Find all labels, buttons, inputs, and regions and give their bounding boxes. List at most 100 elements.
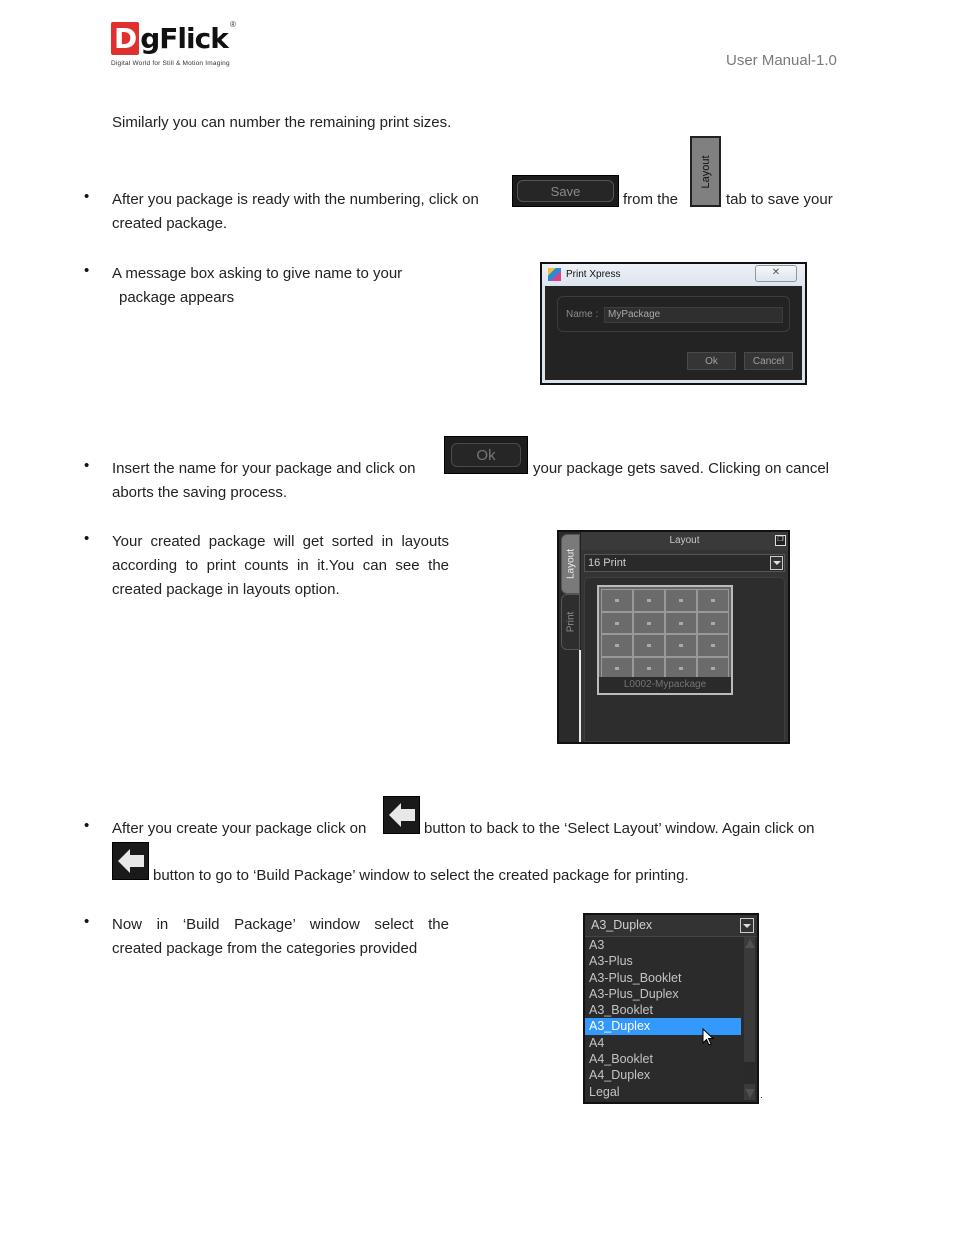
bullet-icon: • [84,530,90,547]
layout-grid-cell [601,656,633,679]
bullet-icon: • [84,913,90,930]
bullet1-line2: created package. [112,215,228,232]
dgflick-logo: DgFlick [111,22,229,55]
bullet-icon: • [84,817,90,834]
back-button-image [112,842,149,880]
layout-grid-cell [665,611,697,634]
layout-grid-cell [665,589,697,612]
dropdown-selected[interactable]: A3_Duplex [585,915,757,937]
tab-layout[interactable]: Layout [561,534,580,594]
layout-grid-cell [665,634,697,657]
layout-grid-cell [601,634,633,657]
bullet5-part2: button to back to the ‘Select Layout’ wi… [424,820,815,837]
bullet-icon: • [84,262,90,279]
close-icon[interactable]: ✕ [755,265,797,282]
layout-grid-cell [697,656,729,679]
layout-grid-cell [697,589,729,612]
bullet4-line2: according to print counts in it.You can … [112,557,449,574]
bullet1-part3: tab to save your [726,191,833,208]
bullet5-line2: button to go to ‘Build Package’ window t… [153,867,689,884]
bullet4-line3: created package in layouts option. [112,581,340,598]
bullet5-part1: After you create your package click on [112,820,367,837]
intro-text: Similarly you can number the remaining p… [112,114,452,131]
panel-title: Layout ❐ [581,532,788,550]
bullet1-part2: from the [623,191,679,208]
layout-grid-cell [601,611,633,634]
dropdown-option[interactable]: A3 [585,937,741,953]
dialog-titlebar: Print Xpress ✕ [542,264,805,286]
bullet3-line2: aborts the saving process. [112,484,288,501]
tab-print[interactable]: Print [561,594,580,650]
bullet-icon: • [84,457,90,474]
dropdown-option[interactable]: A3-Plus_Booklet [585,970,741,986]
name-label: Name : [566,309,599,320]
tab-print-label: Print [565,611,576,633]
ok-button-label: Ok [451,443,521,467]
dropdown-option[interactable]: A3_Booklet [585,1002,741,1018]
dropdown-option[interactable]: A4 [585,1035,741,1051]
layout-grid-cell [665,656,697,679]
panel-main: Layout ❐ 16 Print L0002-Mypackage [581,532,788,742]
logo-text: gFlick [140,22,229,55]
layout-grid-cell [697,634,729,657]
dropdown-list: A3 A3-Plus A3-Plus_Booklet A3-Plus_Duplex A3… [585,937,741,1102]
scroll-up-icon[interactable] [745,939,755,948]
name-group: Name : MyPackage [557,296,790,332]
bullet3-part2: your package gets saved. Clicking on can… [533,460,830,477]
tab-layout-label: Layout [565,548,576,580]
dialog-title: Print Xpress [566,269,621,280]
dropdown-option[interactable]: A3-Plus_Duplex [585,986,741,1002]
registered-mark: ® [230,20,236,29]
cancel-button[interactable]: Cancel [744,352,793,370]
scrollbar[interactable] [744,937,755,1100]
dropdown-selected-value: A3_Duplex [591,918,653,932]
dropdown-option[interactable]: A4_Duplex [585,1067,741,1083]
scroll-down-icon[interactable] [745,1089,755,1098]
scroll-thumb[interactable] [744,1062,755,1084]
package-category-dropdown: A3_Duplex A3 A3-Plus A3-Plus_Booklet A3-Plu… [583,913,759,1104]
select-value: 16 Print [588,557,626,569]
dropdown-option[interactable]: A4_Booklet [585,1051,741,1067]
layout-panel: Layout Print Layout ❐ 16 Print L0002-Mypa… [557,530,790,744]
layout-grid [601,589,729,679]
bullet2-line1: A message box asking to give name to you… [112,265,403,282]
trailing-period: . [760,1090,763,1101]
chevron-down-icon[interactable] [770,556,783,570]
arrow-left-icon [389,803,415,827]
logo-letter: D [111,22,140,55]
app-icon [548,268,561,281]
bullet6-line2: created package from the categories prov… [112,940,418,957]
arrow-left-icon [118,849,144,873]
restore-icon[interactable]: ❐ [775,535,786,546]
chevron-down-icon[interactable] [740,918,754,933]
layout-list-area: L0002-Mypackage [584,577,785,742]
panel-title-text: Layout [669,535,700,546]
print-xpress-dialog: Print Xpress ✕ Name : MyPackage Ok Cance… [540,262,807,385]
mouse-cursor-icon [702,1028,714,1046]
bullet4-line1: Your created package will get sorted in … [112,533,449,550]
save-button-label: Save [517,180,614,202]
layout-grid-cell [633,611,665,634]
ok-button[interactable]: Ok [687,352,736,370]
name-input[interactable]: MyPackage [604,307,783,323]
layout-grid-cell [633,634,665,657]
bullet3-part1: Insert the name for your package and cli… [112,460,416,477]
doc-version-label: User Manual-1.0 [726,52,837,69]
dialog-body: Name : MyPackage Ok Cancel [545,286,802,380]
dropdown-option[interactable]: A3_Duplex [585,1018,741,1035]
back-button-image [383,796,420,834]
layout-grid-cell [697,611,729,634]
dropdown-option[interactable]: A3-Plus [585,953,741,969]
layout-thumbnail[interactable]: L0002-Mypackage [597,585,733,695]
print-count-select[interactable]: 16 Print [584,554,785,572]
dropdown-option[interactable]: Legal [585,1084,741,1100]
save-button-image: Save [512,175,619,207]
bullet-icon: • [84,188,90,205]
panel-side-tabs: Layout Print [559,532,581,742]
layout-grid-cell [601,589,633,612]
thumbnail-caption: L0002-Mypackage [599,677,731,693]
bullet2-line2: package appears [119,289,235,306]
layout-grid-cell [633,656,665,679]
layout-grid-cell [633,589,665,612]
logo-tagline: Digital World for Still & Motion Imaging [111,60,230,67]
